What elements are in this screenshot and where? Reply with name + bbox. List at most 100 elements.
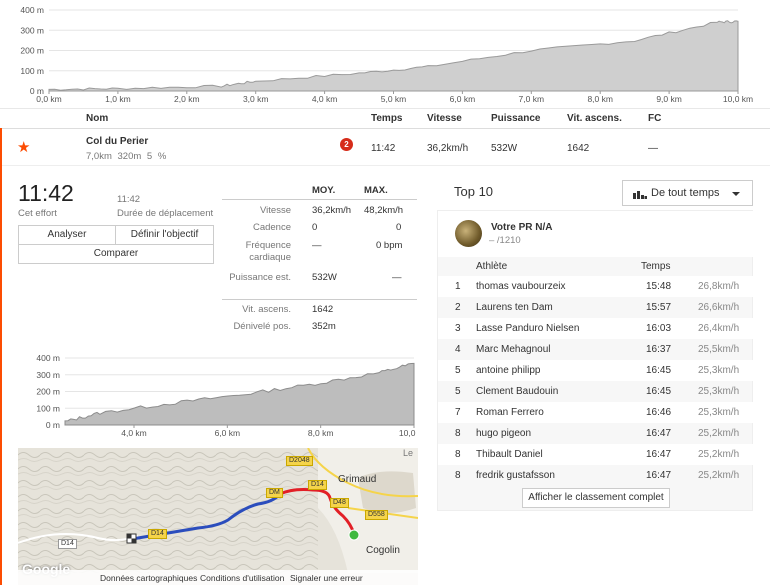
leaderboard-athlete-name[interactable]: thomas vaubourzeix	[476, 281, 566, 292]
leaderboard-time: 16:47	[646, 470, 672, 481]
col-name: Nom	[86, 113, 109, 124]
x-tick-label: 9,0 km	[656, 94, 682, 104]
x-tick-label: 6,0 km	[450, 94, 476, 104]
road-label-d558: D558	[365, 510, 388, 520]
leaderboard-athlete-name[interactable]: Clement Baudouin	[476, 386, 558, 397]
leaderboard-athlete-name[interactable]: Roman Ferrero	[476, 407, 544, 418]
leaderboard-row[interactable]: 4 Marc Mehagnoul 16:37 25,5km/h	[438, 339, 754, 360]
leaderboard-row[interactable]: 5 antoine philipp 16:45 25,3km/h	[438, 360, 754, 381]
segment-hr: —	[648, 143, 658, 154]
leaderboard-speed: 25,5km/h	[698, 344, 740, 355]
stat-avg-cadence: 0	[312, 222, 318, 233]
leaderboard-speed: 26,6km/h	[698, 302, 740, 313]
x-tick-label: 10,0 km	[399, 428, 418, 438]
y-tick-label: 200 m	[20, 46, 44, 56]
y-tick-label: 200 m	[36, 387, 60, 397]
stats-col-max: MAX.	[364, 185, 388, 196]
col-power: Puissance	[491, 113, 541, 124]
segment-name[interactable]: Col du Perier	[86, 136, 148, 147]
leaderboard-athlete-name[interactable]: antoine philipp	[476, 365, 541, 376]
leaderboard-athlete-name[interactable]: Marc Mehagnoul	[476, 344, 550, 355]
stat-avg-power: 532W	[312, 272, 337, 283]
road-label-d48: D48	[330, 498, 349, 508]
x-tick-label: 8,0 km	[587, 94, 613, 104]
stats-divider-2	[222, 299, 417, 300]
y-tick-label: 100 m	[20, 66, 44, 76]
x-tick-label: 1,0 km	[105, 94, 131, 104]
leaderboard-time: 16:45	[646, 386, 672, 397]
stats-divider	[222, 199, 417, 200]
star-icon[interactable]: ★	[17, 140, 30, 155]
start-marker-icon[interactable]	[348, 529, 360, 541]
analyze-button[interactable]: Analyser	[18, 225, 116, 245]
x-tick-label: 7,0 km	[519, 94, 545, 104]
leaderboard-row[interactable]: 8 Thibault Daniel 16:47 25,2km/h	[438, 444, 754, 465]
full-leaderboard-button[interactable]: Afficher le classement complet	[522, 488, 670, 508]
leaderboard-speed: 25,2km/h	[698, 428, 740, 439]
y-tick-label: 400 m	[20, 5, 44, 15]
stat-avg-vam: 1642	[312, 304, 334, 315]
map-data-link[interactable]: Données cartographiques	[100, 573, 197, 583]
avatar[interactable]	[455, 220, 482, 247]
leaderboard-speed: 26,4km/h	[698, 323, 740, 334]
segment-elevation-chart[interactable]: 400 m 300 m 200 m 100 m 0 m 4,0 km 6,0 km 8,0 …	[18, 350, 418, 445]
effort-time-label: Cet effort	[18, 208, 57, 219]
leaderboard-time: 15:48	[646, 281, 672, 292]
leaderboard-time: 16:47	[646, 428, 672, 439]
leaderboard-col-time: Temps	[641, 261, 671, 272]
segment-map[interactable]: D2048 D14 DM D48 D558 D14 D14 Grimaud Co…	[18, 448, 418, 585]
leaderboard-row[interactable]: 2 Laurens ten Dam 15:57 26,6km/h	[438, 297, 754, 318]
leaderboard-row[interactable]: 7 Roman Ferrero 16:46 25,3km/h	[438, 402, 754, 423]
leaderboard-time: 16:47	[646, 449, 672, 460]
leaderboard-athlete-name[interactable]: Lasse Panduro Nielsen	[476, 323, 579, 334]
leaderboard-rank: 8	[455, 470, 461, 481]
set-goal-button[interactable]: Définir l'objectif	[115, 225, 214, 245]
time-filter-dropdown[interactable]: De tout temps	[622, 180, 753, 206]
segment-power: 532W	[491, 143, 518, 154]
leaderboard-athlete-name[interactable]: Laurens ten Dam	[476, 302, 553, 313]
rank-badge-icon: 2	[340, 138, 353, 151]
pr-title: Votre PR N/A	[491, 222, 553, 233]
x-tick-label: 2,0 km	[174, 94, 200, 104]
leaderboard-time: 16:46	[646, 407, 672, 418]
leaderboard-speed: 26,8km/h	[698, 281, 740, 292]
stat-avg-elevation-gain: 352m	[312, 321, 336, 332]
stat-max-power: —	[392, 272, 402, 283]
road-label-d2048: D2048	[286, 456, 313, 466]
leaderboard-row[interactable]: 3 Lasse Panduro Nielsen 16:03 26,4km/h	[438, 318, 754, 339]
x-tick-label: 3,0 km	[243, 94, 269, 104]
stat-label-power: Puissance est.	[229, 272, 291, 283]
stat-max-heartrate: 0 bpm	[376, 240, 403, 251]
segment-grade: 5 %	[146, 151, 167, 162]
stat-max-speed: 48,2km/h	[364, 205, 404, 216]
leaderboard-athlete-name[interactable]: fredrik gustafsson	[476, 470, 555, 481]
y-tick-label: 100 m	[36, 403, 60, 413]
selected-segment-indicator	[0, 128, 2, 585]
leaderboard-row[interactable]: 5 Clement Baudouin 16:45 25,3km/h	[438, 381, 754, 402]
segment-distance: 7,0km	[86, 151, 112, 162]
leaderboard-panel: Votre PR N/A – /1210 Athlète Temps 1 thom…	[437, 210, 754, 511]
map-report-link[interactable]: Signaler une erreur cartographique	[290, 573, 418, 585]
leaderboard-athlete-name[interactable]: hugo pigeon	[476, 428, 531, 439]
leaderboard-athlete-name[interactable]: Thibault Daniel	[476, 449, 543, 460]
chevron-down-icon	[732, 192, 740, 196]
leaderboard-speed: 25,3km/h	[698, 407, 740, 418]
time-filter-value: De tout temps	[651, 187, 720, 199]
leaderboard-col-athlete: Athlète	[476, 261, 508, 272]
bar-chart-icon	[633, 191, 647, 199]
leaderboard-row[interactable]: 1 thomas vaubourzeix 15:48 26,8km/h	[438, 276, 754, 297]
segment-row[interactable]: ★ Col du Perier 7,0km 320m 5 % 2 11:42 3…	[0, 128, 770, 166]
elevation-profile-area	[48, 20, 739, 92]
stats-col-avg: MOY.	[312, 185, 336, 196]
activity-elevation-chart[interactable]: 400 m300 m200 m100 m0 m 0,0 km 1,0 km 2,0 …	[0, 0, 770, 108]
compare-button[interactable]: Comparer	[18, 244, 214, 264]
map-terrain	[18, 448, 418, 585]
leaderboard-rank: 1	[455, 281, 461, 292]
map-terms-link[interactable]: Conditions d'utilisation	[200, 573, 284, 583]
leaderboard-row[interactable]: 8 hugo pigeon 16:47 25,2km/h	[438, 423, 754, 444]
leaderboard-row[interactable]: 8 fredrik gustafsson 16:47 25,2km/h	[438, 465, 754, 486]
segment-stats: 7,0km 320m 5 %	[86, 151, 166, 162]
personal-record-box: Votre PR N/A – /1210	[438, 211, 754, 257]
town-grimaud: Grimaud	[338, 474, 377, 485]
map-footer: Données cartographiques Conditions d'uti…	[18, 570, 418, 585]
